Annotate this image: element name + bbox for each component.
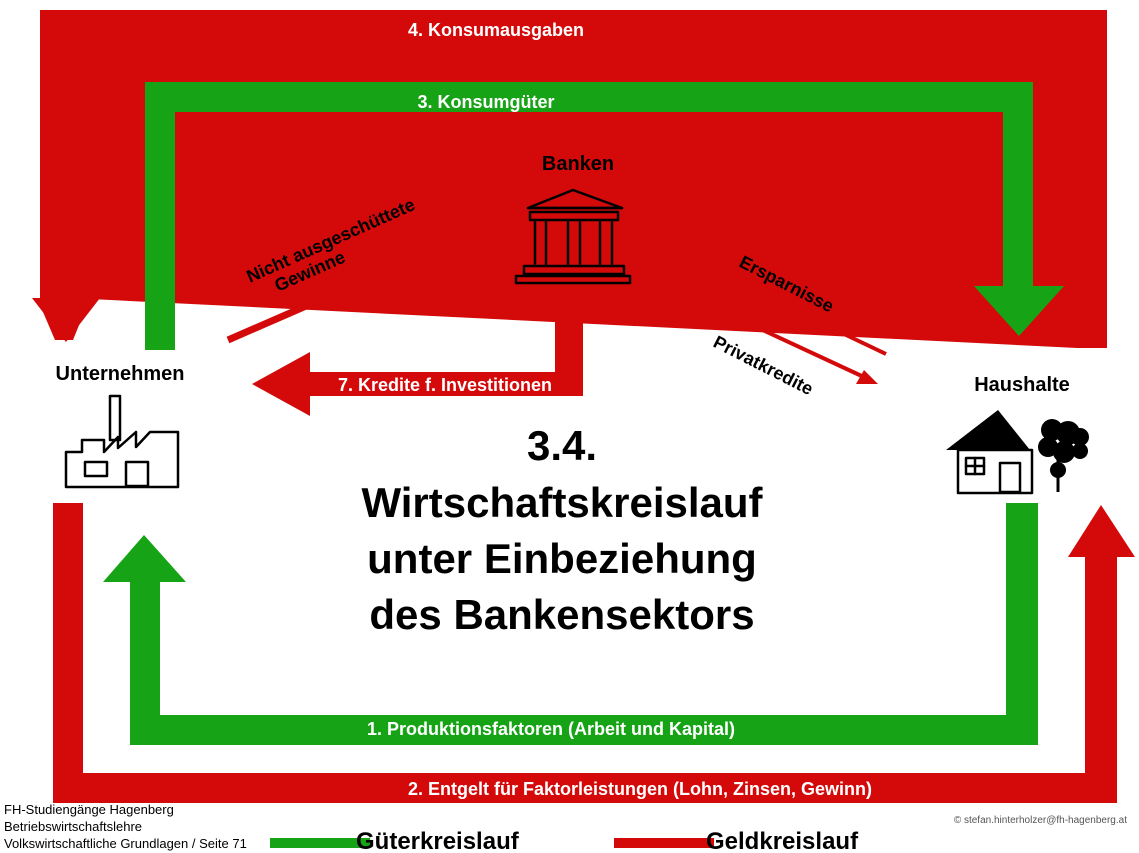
footer-course-page: Volkswirtschaftliche Grundlagen / Seite … [4, 836, 247, 851]
diagram-canvas: 4. Konsumausgaben 3. Konsumgüter 1. Prod… [0, 0, 1139, 853]
copyright-notice: © stefan.hinterholzer@fh-hagenberg.at [953, 815, 1127, 826]
legend-money-swatch [614, 838, 714, 848]
legend-goods-swatch [270, 838, 370, 848]
house-with-tree-icon [946, 410, 1089, 495]
legend-goods-label: Güterkreislauf [356, 828, 519, 853]
flow-label-consumer-spending: 4. Konsumausgaben [408, 20, 584, 40]
footer-program: Betriebswirtschaftslehre [4, 819, 142, 834]
flow-label-production-factors: 1. Produktionsfaktoren (Arbeit und Kapit… [367, 719, 735, 739]
circular-flow-diagram: 4. Konsumausgaben 3. Konsumgüter 1. Prod… [32, 10, 1135, 803]
node-label-banks: Banken [542, 153, 614, 175]
label-private-credit: Privatkredite [710, 332, 816, 399]
legend-money-label: Geldkreislauf [706, 828, 859, 853]
title-line-2: Wirtschaftskreislauf [361, 479, 763, 526]
title-number: 3.4. [527, 422, 597, 469]
title-line-4: des Bankensektors [369, 591, 754, 638]
node-label-households: Haushalte [974, 374, 1070, 396]
flow-label-factor-income: 2. Entgelt für Faktorleistungen (Lohn, Z… [408, 779, 872, 799]
node-label-firms: Unternehmen [56, 363, 185, 385]
footer-institution: FH-Studiengänge Hagenberg [4, 802, 174, 817]
factory-icon [64, 394, 180, 489]
flow-label-consumer-goods: 3. Konsumgüter [417, 92, 554, 112]
flow-label-investment-credit: 7. Kredite f. Investitionen [338, 375, 552, 395]
title-line-3: unter Einbeziehung [367, 535, 757, 582]
